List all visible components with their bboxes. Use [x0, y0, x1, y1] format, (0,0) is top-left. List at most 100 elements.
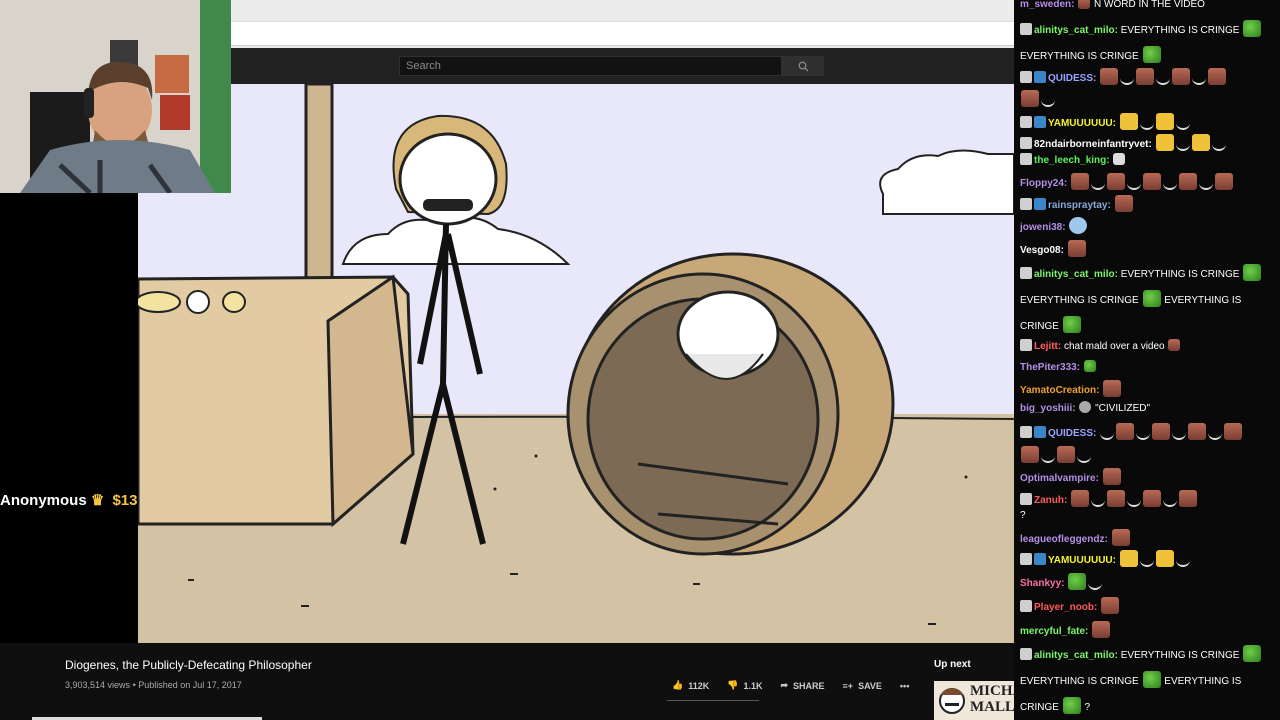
video-title[interactable]: Diogenes, the Publicly-Defecating Philos… — [65, 658, 312, 672]
playlist-add-icon: ≡+ — [842, 680, 854, 691]
chat-message: EVERYTHING IS CRINGE — [1020, 46, 1276, 63]
sub-badge-icon — [1034, 71, 1046, 83]
chat-message: alinitys_cat_milo: EVERYTHING IS CRINGE — [1020, 264, 1276, 281]
mod-badge-icon — [1020, 137, 1032, 149]
more-button[interactable]: ••• — [900, 681, 909, 691]
stream-overlay-left — [0, 193, 138, 643]
face-emote-icon — [1103, 380, 1122, 397]
address-bar[interactable] — [231, 21, 1014, 46]
video-player[interactable] — [138, 84, 1014, 643]
chat-username: big_yoshiii: — [1020, 403, 1076, 414]
share-button[interactable]: ➦ SHARE — [780, 680, 824, 691]
face-emote-icon — [1179, 490, 1198, 507]
pepe-emote-icon — [1083, 360, 1096, 372]
hand-emote-icon — [1175, 141, 1190, 151]
chat-text: EVERYTHING IS CRINGE — [1120, 25, 1240, 36]
mod-badge-icon — [1020, 198, 1032, 210]
hand-emote-icon — [1100, 430, 1115, 440]
dislike-count: 1.1K — [743, 680, 763, 691]
chat-message-continued: EVERYTHING IS CRINGE EVERYTHING IS — [1020, 290, 1276, 307]
face-emote-icon — [1224, 423, 1243, 440]
chat-text: ? — [1020, 510, 1026, 521]
mod-badge-icon — [1020, 116, 1032, 128]
hand-emote-icon — [1163, 497, 1178, 507]
mod-badge-icon — [1020, 648, 1032, 660]
chat-username: Shankyy: — [1020, 578, 1065, 589]
mod-badge-icon — [1020, 71, 1032, 83]
chat-username: 82ndairborneinfantryvet: — [1034, 139, 1152, 150]
thumbnail-drawing-icon — [939, 688, 965, 714]
chat-message: YAMUUUUUU: — [1020, 113, 1276, 130]
hand-emote-icon — [1172, 430, 1187, 440]
kappa-emote-icon — [1191, 134, 1210, 151]
pepe-emote-icon — [1243, 645, 1262, 662]
chat-username: YAMUUUUUU: — [1048, 555, 1116, 566]
chat-message: the_leech_king: — [1020, 153, 1276, 167]
chat-message: YamatoCreation: — [1020, 380, 1276, 397]
video-actions: 👍 112K 👎 1.1K ➦ SHARE ≡+ SAVE ••• — [672, 680, 909, 691]
mod-badge-icon — [1020, 493, 1032, 505]
hand-emote-icon — [1091, 497, 1106, 507]
chat-text: EVERYTHING IS CRINGE — [1020, 51, 1139, 62]
face-emote-icon — [1092, 621, 1111, 638]
save-button[interactable]: ≡+ SAVE — [843, 681, 882, 691]
hand-emote-icon — [1139, 120, 1154, 130]
sub-badge-icon — [1034, 553, 1046, 565]
chat-username: Floppy24: — [1020, 178, 1068, 189]
donation-amount: $13 — [112, 492, 138, 509]
face-emote-icon — [1071, 490, 1090, 507]
mod-badge-icon — [1020, 23, 1032, 35]
search-input[interactable]: Search — [399, 56, 782, 76]
chat-message: alinitys_cat_milo: EVERYTHING IS CRINGE — [1020, 645, 1276, 662]
mod-badge-icon — [1020, 600, 1032, 612]
emote-icon — [1113, 153, 1126, 165]
pepe-emote-icon — [1142, 290, 1161, 307]
emote-icon — [1079, 401, 1092, 413]
hand-emote-icon — [1208, 430, 1223, 440]
video-frame-illustration — [138, 84, 1014, 643]
like-button[interactable]: 👍 112K — [672, 680, 709, 691]
crown-icon: ♛ — [90, 492, 105, 509]
chat-text: EVERYTHING IS CRINGE — [1120, 269, 1240, 280]
chat-message: Vesgo08: — [1020, 240, 1276, 257]
search-button[interactable] — [782, 56, 824, 76]
hand-emote-icon — [1136, 430, 1151, 440]
chat-message: Floppy24: — [1020, 173, 1276, 190]
hand-emote-icon — [1041, 453, 1055, 463]
chat-username: QUIDESS: — [1048, 73, 1097, 84]
sub-badge-icon — [1034, 116, 1046, 128]
pepe-emote-icon — [1142, 46, 1161, 63]
pepe-emote-icon — [1142, 671, 1161, 688]
chat-message: QUIDESS: — [1020, 68, 1276, 85]
face-emote-icon — [1188, 423, 1207, 440]
chat-message: Shankyy: — [1020, 573, 1276, 590]
mod-badge-icon — [1020, 339, 1032, 351]
chat-username: Lejitt: — [1034, 341, 1062, 352]
sub-badge-icon — [1034, 426, 1046, 438]
emote-icon — [1078, 0, 1091, 9]
mod-badge-icon — [1020, 267, 1032, 279]
chat-text: EVERYTHING IS CRINGE — [1020, 295, 1139, 306]
youtube-header: Search — [231, 48, 1014, 84]
up-next-thumbnail[interactable]: MICHAEL MALL — [934, 681, 1014, 720]
face-emote-icon — [1107, 173, 1126, 190]
emote-icon — [1069, 217, 1088, 234]
face-emote-icon — [1114, 195, 1133, 212]
chat-message: leagueofleggendz: — [1020, 529, 1276, 546]
dislike-button[interactable]: 👎 1.1K — [727, 680, 762, 691]
kappa-emote-icon — [1155, 550, 1174, 567]
pepe-emote-icon — [1062, 697, 1081, 714]
face-emote-icon — [1179, 173, 1198, 190]
chat-message: YAMUUUUUU: — [1020, 550, 1276, 567]
kappa-emote-icon — [1155, 113, 1174, 130]
chat-username: ThePiter333: — [1020, 362, 1081, 373]
chat-message: rainspraytay: — [1020, 195, 1276, 212]
chat-message-continued: ? — [1020, 509, 1276, 522]
donor-name: Anonymous — [0, 492, 87, 509]
chat-message-continued: CRINGE ? — [1020, 697, 1276, 714]
kappa-emote-icon — [1119, 113, 1138, 130]
save-label: SAVE — [858, 680, 882, 691]
chat-message: 82ndairborneinfantryvet: — [1020, 134, 1276, 151]
face-emote-icon — [1215, 173, 1234, 190]
chat-text: CRINGE — [1020, 321, 1059, 332]
